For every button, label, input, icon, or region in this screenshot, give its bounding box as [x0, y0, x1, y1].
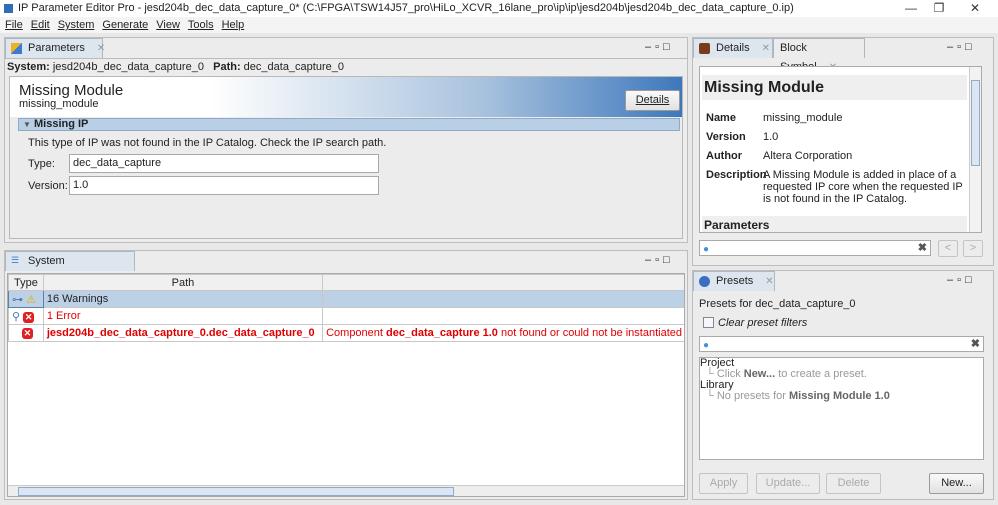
- tab-parameters[interactable]: Parameters ✕: [5, 38, 105, 58]
- title-bar: IP Parameter Editor Pro - jesd204b_dec_d…: [0, 0, 998, 17]
- window-title: IP Parameter Editor Pro - jesd204b_dec_d…: [18, 2, 794, 14]
- missing-ip-message: This type of IP was not found in the IP …: [28, 137, 387, 149]
- messages-table-container: Type Path ⊶ ⚠ 16 Warnings ⚲ ✕ 1 Error ✕ jesd…: [7, 273, 685, 497]
- menu-system[interactable]: System: [58, 19, 95, 31]
- clear-filters-checkbox[interactable]: [703, 317, 714, 328]
- table-row[interactable]: ⊶ ⚠ 16 Warnings: [8, 290, 684, 308]
- version-field[interactable]: 1.0: [69, 176, 379, 195]
- messages-table: Type Path ⊶ ⚠ 16 Warnings ⚲ ✕ 1 Error ✕ jesd…: [8, 274, 684, 342]
- author-value: Altera Corporation: [763, 150, 853, 162]
- horizontal-scrollbar[interactable]: [8, 485, 684, 496]
- vertical-scrollbar[interactable]: [969, 67, 981, 232]
- column-message[interactable]: [322, 274, 684, 291]
- expand-icon[interactable]: ⊶: [12, 294, 23, 306]
- parameters-content: Missing Module missing_module Details ▼ …: [9, 76, 683, 239]
- prev-button[interactable]: <: [938, 240, 958, 257]
- tree-project-hint: └ Click New... to create a preset.: [706, 368, 867, 380]
- menu-view[interactable]: View: [156, 19, 180, 31]
- missing-ip-section[interactable]: ▼ Missing IP: [18, 118, 680, 131]
- presets-search-input[interactable]: ● ✖: [699, 336, 984, 352]
- module-title: Missing Module: [19, 82, 124, 99]
- app-icon: [4, 4, 13, 13]
- parameters-heading: Parameters: [702, 216, 967, 232]
- delete-button[interactable]: Delete: [826, 473, 881, 494]
- version-label: Version: [706, 131, 746, 143]
- view-controls[interactable]: –▫□: [645, 41, 674, 53]
- presets-icon: [699, 276, 710, 287]
- apply-button[interactable]: Apply: [699, 473, 748, 494]
- view-controls[interactable]: –▫□: [947, 274, 976, 286]
- next-button[interactable]: >: [963, 240, 983, 257]
- clear-search-icon[interactable]: ✖: [971, 336, 980, 353]
- parameters-panel: Parameters ✕ –▫□ System: jesd204b_dec_dat…: [4, 37, 688, 243]
- expand-icon[interactable]: ⚲: [12, 311, 20, 323]
- details-search-input[interactable]: ● ✖: [699, 240, 931, 256]
- menu-file[interactable]: File: [5, 19, 23, 31]
- details-content: Missing Module Name missing_module Versi…: [699, 66, 982, 233]
- type-field[interactable]: dec_data_capture: [69, 154, 379, 173]
- new-preset-button[interactable]: New...: [929, 473, 984, 494]
- search-icon: ●: [703, 340, 710, 351]
- tab-details[interactable]: Details ✕: [693, 38, 773, 58]
- clear-filters-label: Clear preset filters: [718, 317, 808, 329]
- system-messages-panel: ☰ System Messages✕ –▫□ TypePath ⊶ ⚠16 Wa…: [4, 250, 688, 500]
- version-value: 1.0: [763, 131, 779, 143]
- tree-library-hint: └ No presets for Missing Module 1.0: [706, 390, 890, 402]
- view-controls[interactable]: –▫□: [645, 254, 674, 266]
- close-button[interactable]: ✕: [960, 0, 990, 17]
- restore-button[interactable]: ❐: [924, 0, 954, 17]
- close-tab-icon[interactable]: ✕: [762, 43, 770, 54]
- details-panel: Details✕ Block Symbol✕ –▫□ Missing Modul…: [692, 37, 994, 266]
- update-button[interactable]: Update...: [756, 473, 820, 494]
- menu-tools[interactable]: Tools: [188, 19, 214, 31]
- description-label: Description: [706, 169, 767, 181]
- menu-generate[interactable]: Generate: [102, 19, 148, 31]
- clear-search-icon[interactable]: ✖: [918, 240, 927, 257]
- tab-presets[interactable]: Presets ✕: [693, 271, 775, 291]
- description-value: A Missing Module is added in place of a …: [763, 169, 963, 205]
- scrollbar-thumb[interactable]: [971, 80, 980, 166]
- messages-icon: ☰: [11, 255, 20, 265]
- module-subtitle: missing_module: [19, 98, 99, 110]
- version-label: Version:: [28, 180, 68, 192]
- details-button[interactable]: Details: [625, 90, 680, 111]
- name-value: missing_module: [763, 112, 843, 124]
- table-row[interactable]: ✕ jesd204b_dec_data_capture_0.dec_data_ca…: [8, 324, 684, 342]
- search-icon: ●: [703, 244, 710, 255]
- details-title: Missing Module: [702, 75, 967, 100]
- parameters-icon: [11, 43, 22, 54]
- collapse-icon: ▼: [23, 120, 31, 129]
- module-header: Missing Module missing_module Details: [10, 77, 682, 117]
- scrollbar-thumb[interactable]: [18, 487, 454, 496]
- error-icon: ✕: [23, 311, 35, 323]
- table-row[interactable]: ⚲ ✕ 1 Error: [8, 307, 684, 325]
- presets-tree: Project └ Click New... to create a prese…: [699, 357, 984, 460]
- author-label: Author: [706, 150, 743, 162]
- minimize-button[interactable]: —: [896, 0, 926, 17]
- presets-heading: Presets for dec_data_capture_0: [699, 298, 856, 310]
- error-icon: ✕: [21, 328, 33, 339]
- close-tab-icon[interactable]: ✕: [765, 276, 773, 287]
- presets-panel: Presets ✕ –▫□ Presets for dec_data_captur…: [692, 270, 994, 500]
- menu-edit[interactable]: Edit: [31, 19, 50, 31]
- breadcrumb: System: jesd204b_dec_data_capture_0 Path…: [5, 58, 687, 74]
- column-type[interactable]: Type: [8, 274, 44, 291]
- tab-block-symbol[interactable]: Block Symbol✕: [773, 38, 865, 73]
- column-path[interactable]: Path: [42, 274, 324, 291]
- details-icon: [699, 43, 710, 54]
- view-controls[interactable]: –▫□: [947, 41, 976, 53]
- menu-bar: File Edit System Generate View Tools Help: [0, 17, 998, 33]
- tab-system-messages[interactable]: ☰ System Messages✕: [5, 251, 135, 286]
- warning-icon: ⚠: [26, 293, 36, 306]
- close-tab-icon[interactable]: ✕: [97, 43, 105, 54]
- type-label: Type:: [28, 158, 55, 170]
- name-label: Name: [706, 112, 736, 124]
- menu-help[interactable]: Help: [222, 19, 245, 31]
